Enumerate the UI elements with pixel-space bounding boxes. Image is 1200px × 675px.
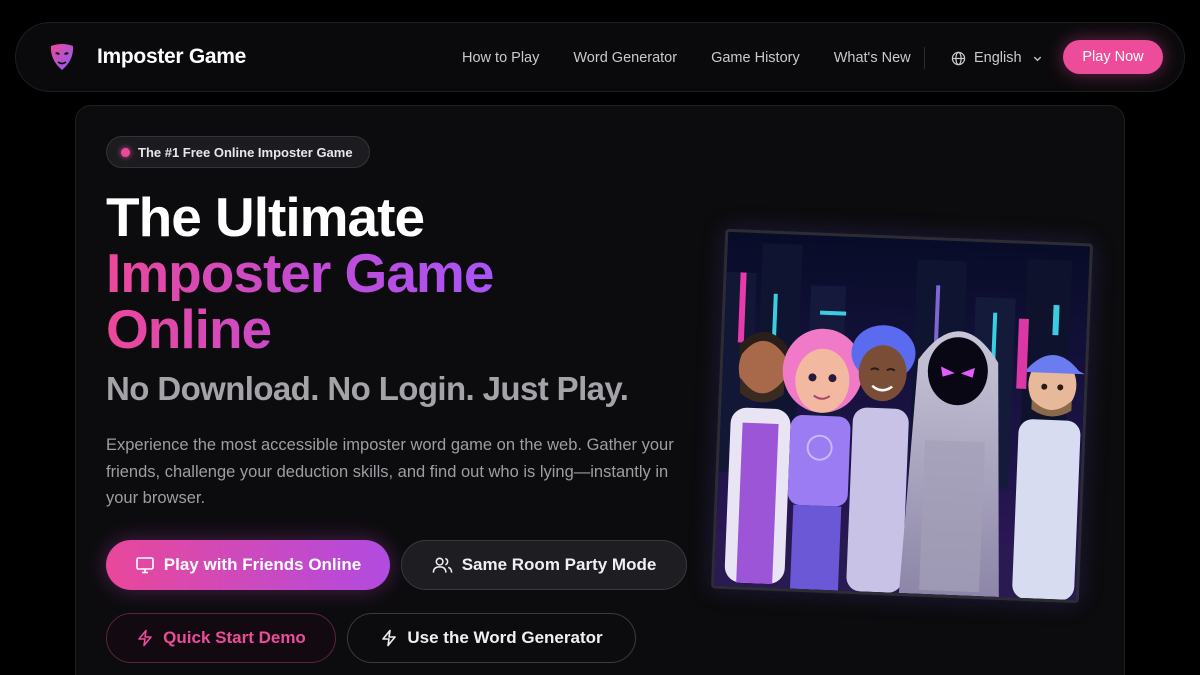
badge-dot [121,147,130,157]
badge-label: The #1 Free Online Imposter Game [138,144,353,160]
nav-link-whats-new[interactable]: What's New [834,50,911,66]
hero-title-line2: Imposter Game [106,242,494,304]
hero-title-line1: The Ultimate [106,186,425,248]
users-icon [432,557,453,573]
play-with-friends-label: Play with Friends Online [163,555,362,574]
nav-link-how-to-play[interactable]: How to Play [462,50,539,66]
nav-link-game-history[interactable]: Game History [711,50,800,66]
word-generator-button[interactable]: Use the Word Generator [347,613,636,663]
lightning-icon [382,629,397,647]
hero-subtitle: No Download. No Login. Just Play. [106,370,629,407]
hero-badge: The #1 Free Online Imposter Game [106,136,370,168]
globe-icon [951,51,966,65]
hero-description: Experience the most accessible imposter … [106,436,674,507]
hero-title-line3: Online [106,301,493,357]
play-with-friends-button[interactable]: Play with Friends Online [106,540,390,590]
language-label: English [974,50,1022,66]
brand[interactable]: Imposter Game [48,42,246,72]
characters-neon-city-image [714,231,1090,601]
nav-link-word-generator[interactable]: Word Generator [573,50,677,66]
monitor-icon [135,557,154,574]
nav-divider [924,47,925,69]
mask-logo-icon [50,44,74,70]
language-selector[interactable]: English [951,23,1043,93]
quick-start-demo-button[interactable]: Quick Start Demo [106,613,336,663]
chevron-down-icon [1033,56,1041,61]
hero-card: The #1 Free Online Imposter Game The Ult… [75,105,1125,675]
brand-name: Imposter Game [97,45,246,68]
quick-start-demo-label: Quick Start Demo [163,628,306,647]
same-room-party-label: Same Room Party Mode [461,555,657,574]
nav-links: How to Play Word Generator Game History … [462,23,945,93]
lightning-icon [138,629,152,647]
hero-illustration [710,228,1094,604]
same-room-party-button[interactable]: Same Room Party Mode [401,540,687,590]
word-generator-label: Use the Word Generator [407,628,603,647]
hero-title: The Ultimate Imposter Game Online [106,186,494,357]
top-navbar: Imposter Game How to Play Word Generator… [15,22,1185,92]
play-now-button[interactable]: Play Now [1063,40,1163,74]
